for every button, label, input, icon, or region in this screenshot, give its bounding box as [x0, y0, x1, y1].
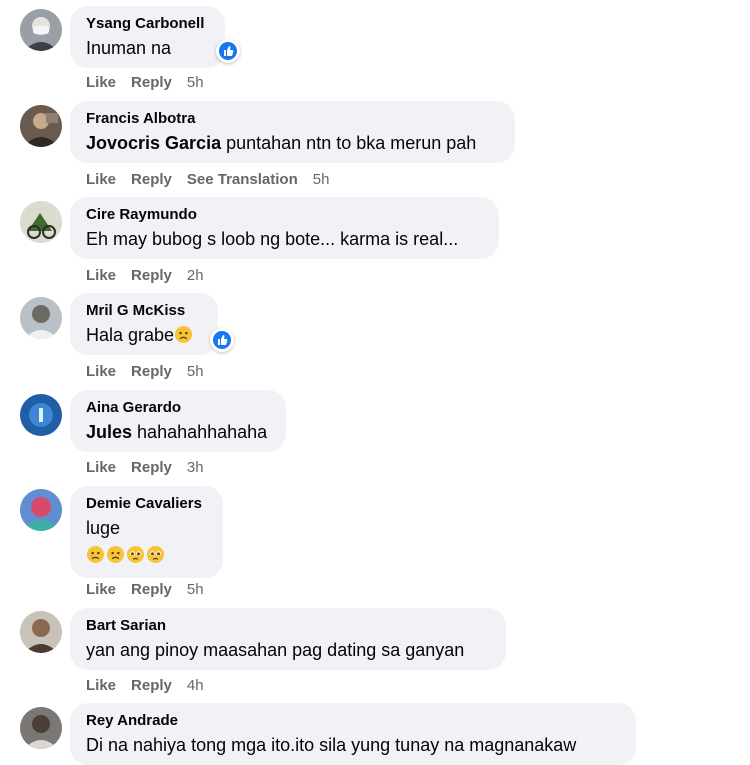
comment-author[interactable]: Rey Andrade: [86, 711, 620, 730]
comment-text: Hala grabe: [86, 323, 202, 347]
comment-text: Eh may bubog s loob ng bote... karma is …: [86, 229, 459, 249]
sad-face-icon: [175, 325, 193, 344]
see-translation-link[interactable]: See Translation: [187, 171, 298, 188]
emoji-row: [86, 543, 207, 567]
like-link[interactable]: Like: [86, 74, 116, 91]
reply-link[interactable]: Reply: [131, 581, 172, 598]
reply-link[interactable]: Reply: [131, 74, 172, 91]
comment-author[interactable]: Francis Albotra: [86, 109, 499, 128]
comment-body: Hala grabe: [86, 325, 175, 345]
comment-bubble: Mril G McKiss Hala grabe: [70, 293, 218, 355]
sad-face-icon: [86, 545, 105, 564]
comment-author[interactable]: Cire Raymundo: [86, 205, 483, 224]
timestamp[interactable]: 5h: [313, 171, 330, 188]
timestamp[interactable]: 2h: [187, 267, 204, 284]
avatar[interactable]: [20, 105, 62, 147]
comment-author[interactable]: Demie Cavaliers: [86, 494, 207, 513]
comment-actions: Like Reply See Translation 5h: [86, 171, 344, 189]
comment-actions: Like Reply 4h: [86, 677, 219, 695]
comment-text: Jovocris Garcia puntahan ntn to bka meru…: [86, 131, 499, 155]
avatar[interactable]: [20, 489, 62, 531]
reply-link[interactable]: Reply: [131, 171, 172, 188]
like-link[interactable]: Like: [86, 581, 116, 598]
pleading-face-icon: [126, 545, 145, 564]
avatar[interactable]: [20, 707, 62, 749]
comment-author[interactable]: Bart Sarian: [86, 616, 490, 635]
comment-actions: Like Reply 3h: [86, 459, 219, 477]
sad-face-icon: [106, 545, 125, 564]
reply-link[interactable]: Reply: [131, 677, 172, 694]
comment-bubble: Francis Albotra Jovocris Garcia puntahan…: [70, 101, 515, 163]
mention-link[interactable]: Jovocris Garcia: [86, 133, 221, 153]
avatar[interactable]: [20, 9, 62, 51]
comment-bubble: Aina Gerardo Jules hahahahhahaha: [70, 390, 286, 452]
avatar[interactable]: [20, 297, 62, 339]
comment-text: yan ang pinoy maasahan pag dating sa gan…: [86, 640, 465, 660]
timestamp[interactable]: 5h: [187, 74, 204, 91]
comment-text: Jules hahahahhahaha: [86, 420, 270, 444]
reply-link[interactable]: Reply: [131, 267, 172, 284]
comment-body: hahahahhahaha: [137, 422, 268, 442]
comment-text: luge: [86, 518, 121, 538]
like-link[interactable]: Like: [86, 267, 116, 284]
timestamp[interactable]: 4h: [187, 677, 204, 694]
timestamp[interactable]: 3h: [187, 459, 204, 476]
pleading-face-icon: [146, 545, 165, 564]
comment-bubble: Demie Cavaliers luge: [70, 486, 223, 578]
thumbs-up-icon[interactable]: [216, 39, 240, 63]
comment-body: puntahan ntn to bka merun pah: [226, 133, 477, 153]
comment-text: Di na nahiya tong mga ito.ito sila yung …: [86, 735, 577, 755]
reply-link[interactable]: Reply: [131, 363, 172, 380]
comment-actions: Like Reply 5h: [86, 581, 219, 599]
mention-link[interactable]: Jules: [86, 422, 132, 442]
like-link[interactable]: Like: [86, 171, 116, 188]
comment-author[interactable]: Aina Gerardo: [86, 398, 270, 417]
comment-actions: Like Reply 5h: [86, 363, 219, 381]
comment-actions: Like Reply 5h: [86, 74, 219, 92]
like-link[interactable]: Like: [86, 677, 116, 694]
comment-author[interactable]: Ysang Carbonell: [86, 14, 209, 33]
comment-bubble: Ysang Carbonell Inuman na: [70, 6, 225, 68]
comment-bubble: Cire Raymundo Eh may bubog s loob ng bot…: [70, 197, 499, 259]
avatar[interactable]: [20, 201, 62, 243]
comment-actions: Like Reply 2h: [86, 267, 219, 285]
comment-text: Inuman na: [86, 38, 172, 58]
thumbs-up-icon[interactable]: [210, 328, 234, 352]
comment-bubble: Bart Sarian yan ang pinoy maasahan pag d…: [70, 608, 506, 670]
timestamp[interactable]: 5h: [187, 363, 204, 380]
reply-link[interactable]: Reply: [131, 459, 172, 476]
avatar[interactable]: [20, 394, 62, 436]
like-link[interactable]: Like: [86, 363, 116, 380]
comment-author[interactable]: Mril G McKiss: [86, 301, 202, 320]
like-link[interactable]: Like: [86, 459, 116, 476]
timestamp[interactable]: 5h: [187, 581, 204, 598]
avatar[interactable]: [20, 611, 62, 653]
comment-bubble: Rey Andrade Di na nahiya tong mga ito.it…: [70, 703, 636, 765]
